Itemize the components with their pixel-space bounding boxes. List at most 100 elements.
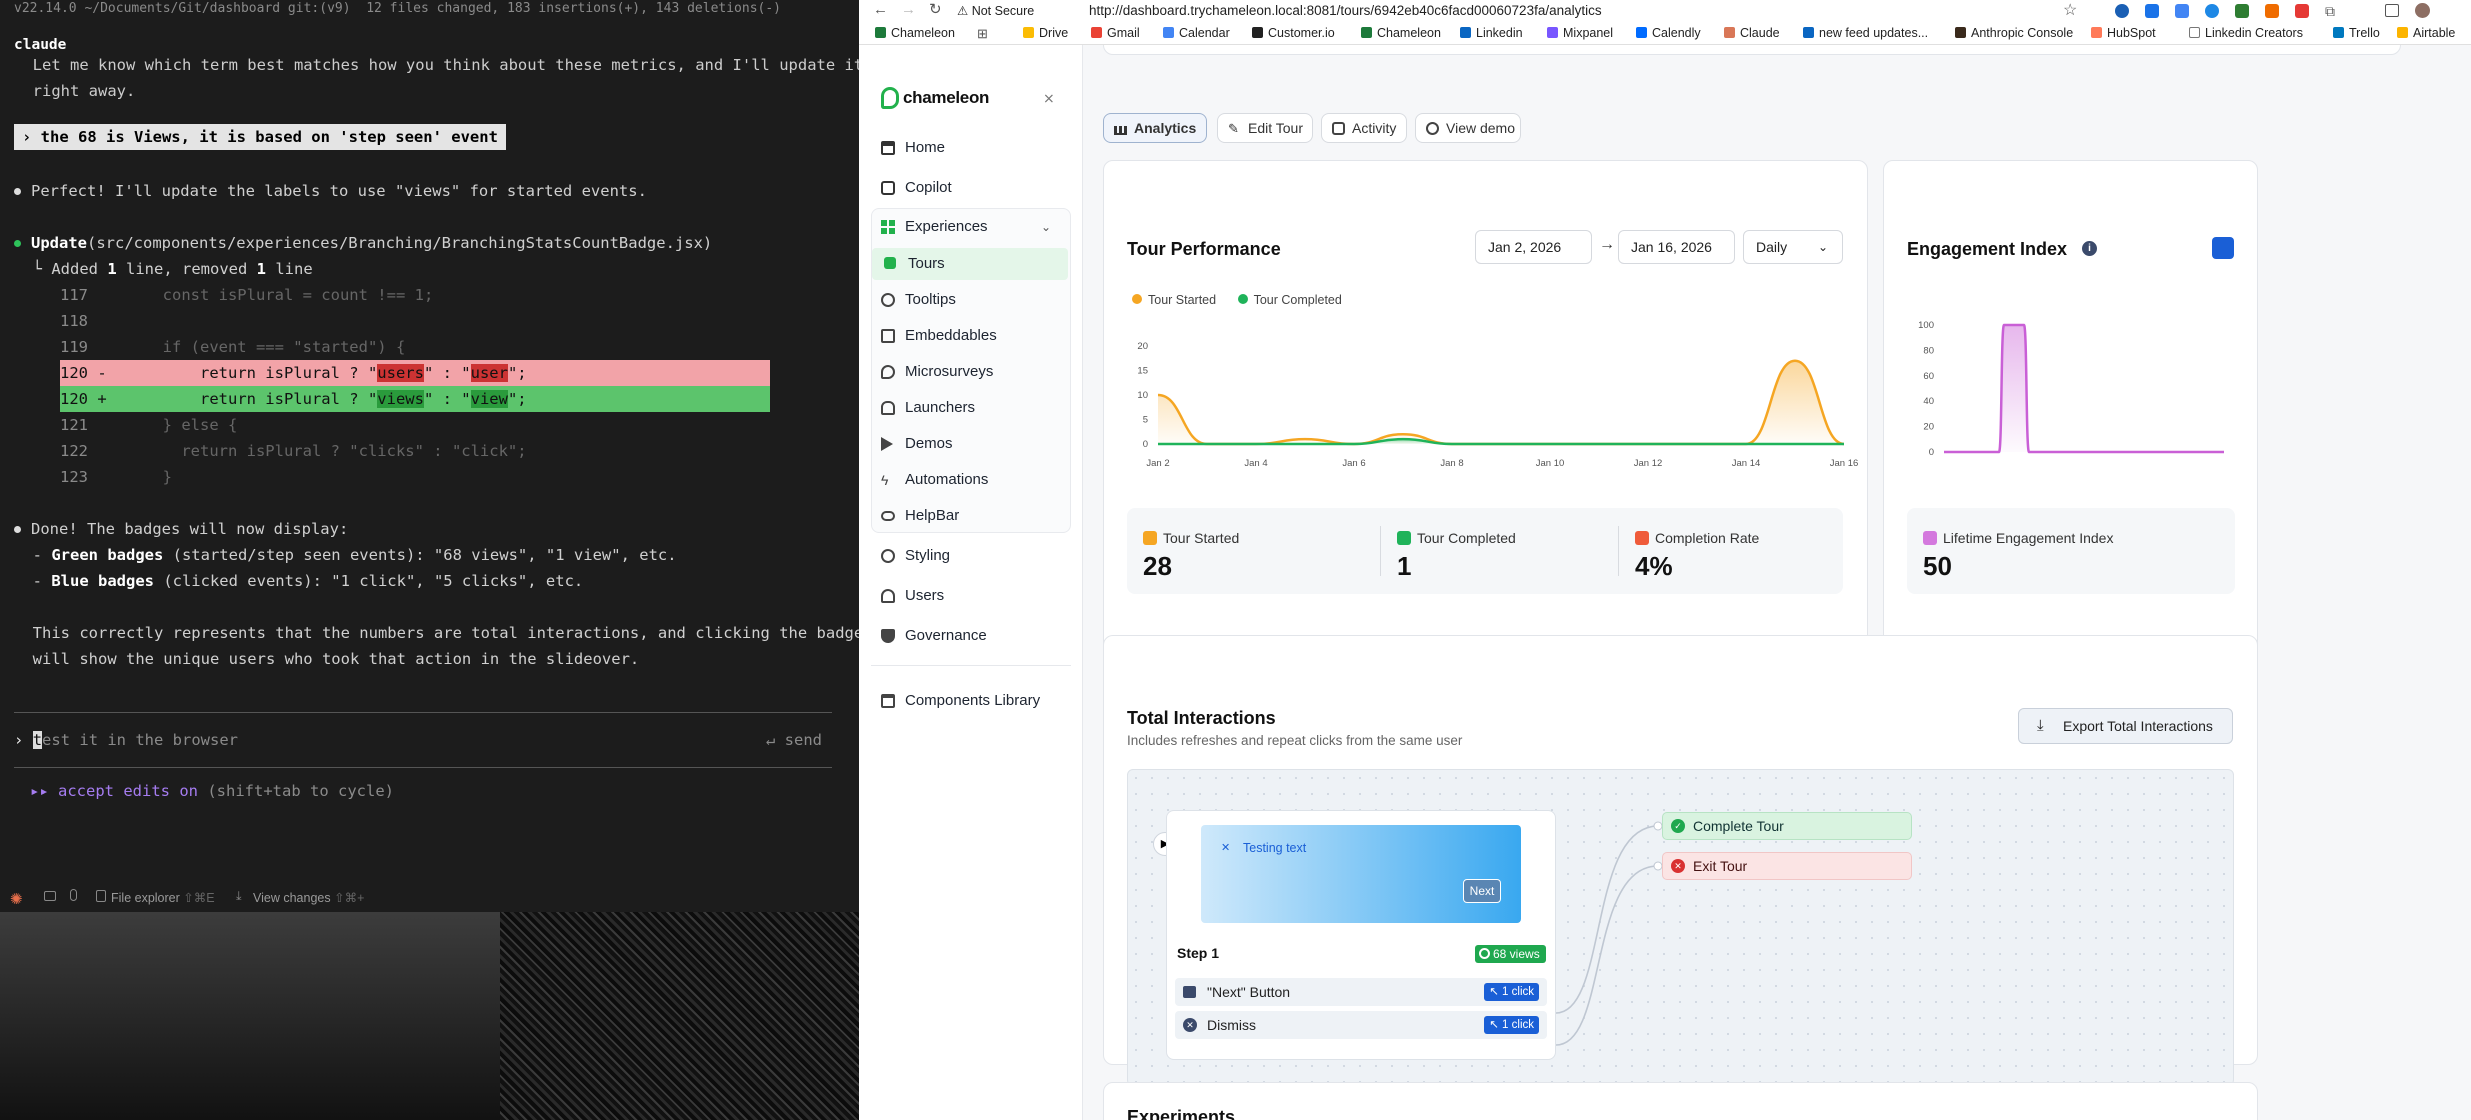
profile-avatar[interactable] [2415, 3, 2430, 18]
flow-canvas[interactable]: ▶ ✕ Testing text Next Step 1 68 views "N… [1127, 769, 2234, 1086]
paragraph-line-1: This correctly represents that the numbe… [14, 624, 859, 642]
sidebar-item-users[interactable]: Users [869, 580, 1067, 612]
extension-icon[interactable] [2265, 4, 2279, 18]
sidebar-item-components-library[interactable]: Components Library [869, 685, 1067, 717]
x-tick-label: Jan 2 [1146, 458, 1169, 466]
reload-icon[interactable]: ↻ [929, 0, 942, 18]
bookmark-item[interactable]: Trello [2333, 26, 2380, 40]
views-badge[interactable]: 68 views [1475, 945, 1546, 963]
sidebar-item-launchers[interactable]: Launchers [869, 392, 1067, 424]
pencil-icon: ✎ [1228, 121, 1239, 136]
clicks-badge[interactable]: ↖ 1 click [1484, 1016, 1539, 1034]
bar-chart-icon [1114, 122, 1127, 135]
send-button[interactable]: ↵ send [766, 727, 822, 753]
sidebar-item-governance[interactable]: Governance [869, 620, 1067, 652]
interval-select[interactable]: Daily ⌄ [1743, 230, 1843, 264]
sidebar-item-automations[interactable]: ϟ Automations [869, 464, 1067, 496]
bookmark-item[interactable]: Airtable [2397, 26, 2455, 40]
sidebar-item-embeddables[interactable]: Embeddables [869, 320, 1067, 352]
bookmark-item[interactable]: Calendar [1163, 26, 1230, 40]
stat-tour-started-value: 28 [1143, 551, 1172, 581]
line-code: } else { [88, 416, 238, 434]
sidebar-item-helpbar[interactable]: HelpBar [869, 500, 1067, 532]
puzzle-icon[interactable]: ⧉ [2325, 3, 2335, 20]
outcome-exit-tour[interactable]: ✕ Exit Tour [1662, 852, 1912, 880]
url-field[interactable]: http://dashboard.trychameleon.local:8081… [1089, 3, 1602, 18]
bookmark-star-icon[interactable]: ☆ [2063, 0, 2077, 20]
chart-legend: Tour Started Tour Completed [1132, 293, 1342, 307]
prompt-input[interactable]: › test it in the browser ↵ send [14, 712, 832, 768]
bookmark-item[interactable]: Calendly [1636, 26, 1701, 40]
copilot-icon [881, 181, 895, 195]
bookmark-item[interactable]: new feed updates... [1803, 26, 1928, 40]
y-tick-label: 15 [1137, 366, 1148, 377]
extension-icon[interactable] [2235, 4, 2249, 18]
arrow-right-icon: → [1599, 236, 1615, 253]
step-node[interactable]: ✕ Testing text Next Step 1 68 views "Nex… [1166, 810, 1556, 1060]
tab-view-demo[interactable]: View demo [1415, 113, 1521, 143]
bookmark-item[interactable]: Customer.io [1252, 26, 1335, 40]
bookmark-item[interactable]: Chameleon [1361, 26, 1441, 40]
bookmark-item[interactable]: Drive [1023, 26, 1068, 40]
extension-icon[interactable] [2175, 4, 2189, 18]
sidebar-item-styling[interactable]: Styling [869, 540, 1067, 572]
bookmark-item[interactable]: Gmail [1091, 26, 1140, 40]
y-tick-label: 0 [1929, 447, 1934, 458]
file-explorer-button[interactable]: File explorer ⇧⌘E [111, 890, 215, 905]
sidebar-item-tooltips[interactable]: Tooltips [869, 284, 1067, 316]
extension-icon[interactable] [2115, 4, 2129, 18]
extension-icon[interactable] [2295, 4, 2309, 18]
sidebar-item-demos[interactable]: Demos [869, 428, 1067, 460]
date-from-input[interactable]: Jan 2, 2026 [1475, 230, 1592, 264]
code-segment: return isPlural ? " [106, 390, 378, 408]
embed-icon [881, 329, 895, 343]
interaction-row-next[interactable]: "Next" Button ↖ 1 click [1175, 978, 1547, 1006]
microphone-icon[interactable] [70, 889, 77, 901]
pin-icon[interactable]: ⨯ [1043, 90, 1055, 107]
bookmark-item[interactable]: HubSpot [2091, 26, 2156, 40]
bookmark-item[interactable]: Linkedin [1460, 26, 1523, 40]
image-icon[interactable] [44, 891, 56, 901]
back-icon[interactable]: ← [873, 1, 888, 18]
stat-divider [1618, 526, 1619, 576]
outcome-complete-tour[interactable]: ✓ Complete Tour [1662, 812, 1912, 840]
book-icon[interactable] [2212, 237, 2234, 259]
sidebar-item-microsurveys[interactable]: Microsurveys [869, 356, 1067, 388]
sidebar-toggle-icon[interactable] [2385, 4, 2399, 17]
sidebar-item-tours[interactable]: Tours [872, 248, 1068, 280]
bookmark-item[interactable]: Claude [1724, 26, 1780, 40]
line-number: 121 [60, 416, 88, 434]
bookmark-item[interactable]: Anthropic Console [1955, 26, 2073, 40]
bookmark-item[interactable]: Linkedin Creators [2189, 26, 2303, 40]
bookmark-item[interactable]: Chameleon [875, 26, 955, 40]
experiments-card: Experiments [1103, 1082, 2258, 1120]
tab-analytics[interactable]: Analytics [1103, 113, 1207, 143]
view-changes-button[interactable]: View changes ⇧⌘+ [253, 890, 364, 905]
line-code: if (event === "started") { [88, 338, 406, 356]
mode-indicator[interactable]: ▸▸ accept edits on (shift+tab to cycle) [30, 778, 394, 804]
bullet-prefix: - [14, 572, 52, 590]
info-icon[interactable]: i [2082, 241, 2097, 256]
bullet-strong: Green badges [51, 546, 164, 564]
apps-grid-icon[interactable]: ⊞ [977, 26, 988, 42]
tab-activity[interactable]: Activity [1321, 113, 1407, 143]
forward-icon[interactable]: → [901, 1, 916, 18]
clicks-badge[interactable]: ↖ 1 click [1484, 983, 1539, 1001]
bookmark-label: HubSpot [2107, 26, 2156, 40]
sidebar-item-label: Microsurveys [905, 363, 994, 380]
browser-window[interactable]: ← → ↻ ⚠ Not Secure http://dashboard.tryc… [859, 0, 2471, 1120]
tab-label: Edit Tour [1248, 120, 1303, 136]
sidebar-item-home[interactable]: Home [869, 132, 1067, 164]
sidebar-item-experiences[interactable]: Experiences ⌄ [869, 211, 1067, 243]
export-button[interactable]: ⤓ Export Total Interactions [2018, 708, 2233, 744]
tab-edit-tour[interactable]: ✎ Edit Tour [1217, 113, 1313, 143]
extension-icon[interactable] [2205, 4, 2219, 18]
security-indicator[interactable]: ⚠ Not Secure [957, 3, 1034, 18]
bookmark-item[interactable]: Mixpanel [1547, 26, 1613, 40]
date-to-input[interactable]: Jan 16, 2026 [1618, 230, 1735, 264]
extension-icon[interactable] [2145, 4, 2159, 18]
sidebar-item-copilot[interactable]: Copilot [869, 172, 1067, 204]
engagement-icon [1923, 531, 1937, 545]
interaction-row-dismiss[interactable]: ✕ Dismiss ↖ 1 click [1175, 1011, 1547, 1039]
terminal-pane[interactable]: v22.14.0 ~/Documents/Git/dashboard git:(… [0, 0, 859, 912]
